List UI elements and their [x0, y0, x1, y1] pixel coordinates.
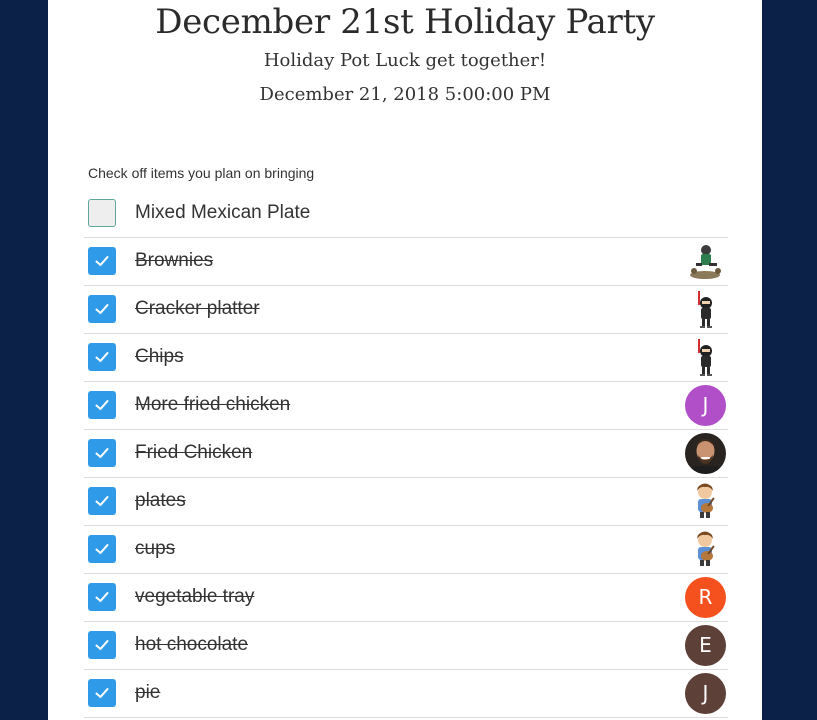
event-title: December 21st Holiday Party [155, 2, 655, 42]
item-checkbox[interactable] [88, 439, 116, 467]
checkmark-icon [95, 352, 109, 362]
checkmark-icon [95, 688, 109, 698]
list-item: hot chocolate E [84, 622, 728, 670]
item-label: Cracker platter [135, 298, 260, 319]
item-label: plates [135, 490, 186, 511]
list-item: Fried Chicken [84, 430, 728, 478]
item-checkbox[interactable] [88, 247, 116, 275]
item-checkbox[interactable] [88, 199, 116, 227]
checkmark-icon [95, 304, 109, 314]
event-datetime: December 21, 2018 5:00:00 PM [259, 84, 551, 105]
list-item: More fried chicken J [84, 382, 728, 430]
item-label: Mixed Mexican Plate [135, 202, 311, 223]
item-checkbox[interactable] [88, 535, 116, 563]
checkmark-icon [95, 256, 109, 266]
potluck-item-list: Mixed Mexican Plate Brownies Cracker platt… [84, 190, 728, 718]
skateboard-character-icon [685, 241, 726, 282]
item-checkbox[interactable] [88, 583, 116, 611]
list-item: Cracker platter [84, 286, 728, 334]
item-checkbox[interactable] [88, 295, 116, 323]
checkmark-icon [95, 448, 109, 458]
list-item: cups [84, 526, 728, 574]
avatar: J [685, 385, 726, 426]
avatar: R [685, 577, 726, 618]
item-checkbox[interactable] [88, 343, 116, 371]
item-label: cups [135, 538, 176, 559]
item-checkbox[interactable] [88, 391, 116, 419]
checkmark-icon [95, 640, 109, 650]
item-label: More fried chicken [135, 394, 291, 415]
item-label: Brownies [135, 250, 214, 271]
instructions-text: Check off items you plan on bringing [88, 165, 315, 181]
item-checkbox[interactable] [88, 487, 116, 515]
list-item: pie J [84, 670, 728, 718]
item-label: Fried Chicken [135, 442, 253, 463]
list-item: vegetable tray R [84, 574, 728, 622]
list-item: Chips [84, 334, 728, 382]
event-subtitle: Holiday Pot Luck get together! [263, 50, 547, 71]
checkmark-icon [95, 400, 109, 410]
item-label: pie [135, 682, 161, 703]
checkmark-icon [95, 496, 109, 506]
event-card: December 21st Holiday Party Holiday Pot … [48, 0, 762, 720]
list-item: Mixed Mexican Plate [84, 190, 728, 238]
ninja-character-icon [685, 289, 726, 330]
item-label: vegetable tray [135, 586, 255, 607]
item-label: Chips [135, 346, 184, 367]
list-item: plates [84, 478, 728, 526]
item-checkbox[interactable] [88, 631, 116, 659]
guitar-character-icon [685, 529, 726, 570]
checkmark-icon [95, 592, 109, 602]
item-checkbox[interactable] [88, 679, 116, 707]
avatar: E [685, 625, 726, 666]
avatar: J [685, 673, 726, 714]
list-item: Brownies [84, 238, 728, 286]
checkmark-icon [95, 544, 109, 554]
guitar-character-icon [685, 481, 726, 522]
item-label: hot chocolate [135, 634, 249, 655]
ninja-character-icon [685, 337, 726, 378]
user-photo-icon [685, 433, 726, 474]
